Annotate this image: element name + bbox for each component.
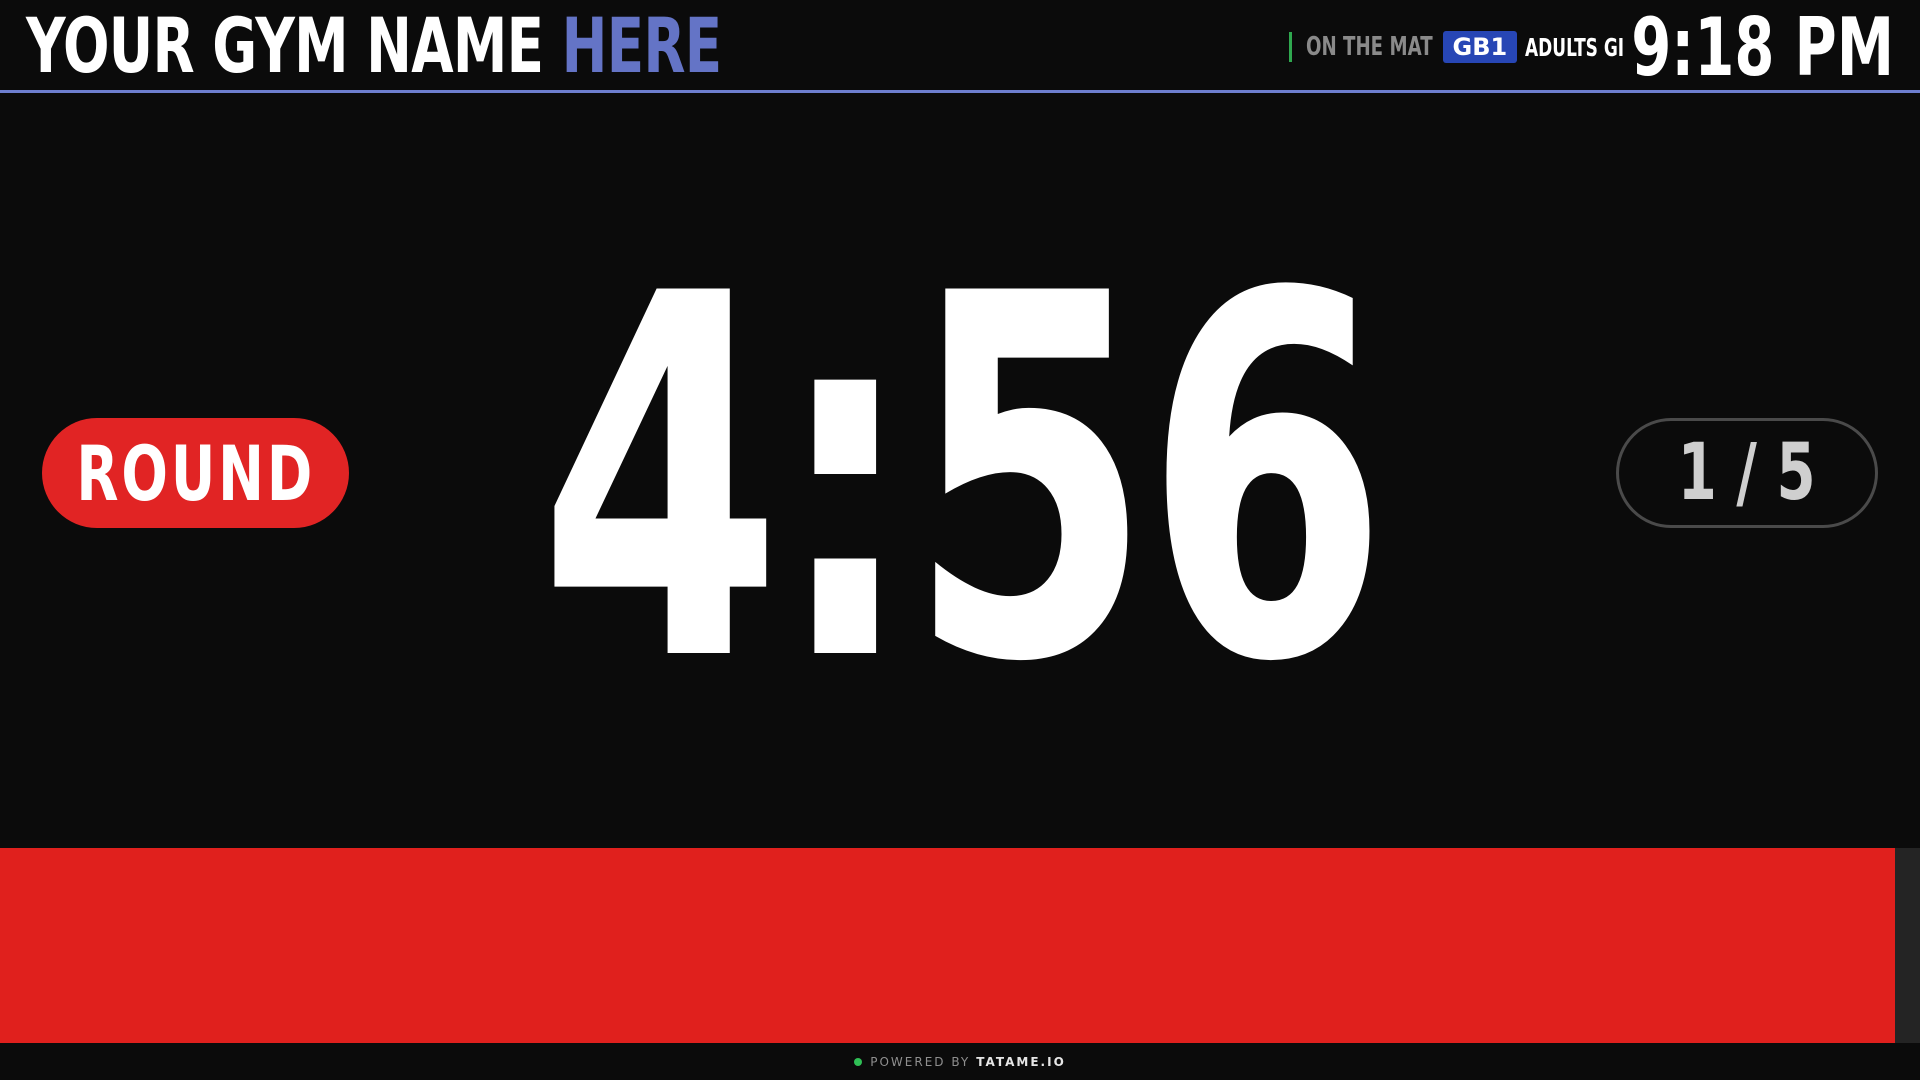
gym-name-main: YOUR GYM NAME: [26, 1, 544, 90]
class-name: ADULTS GI: [1525, 32, 1625, 62]
status-dot-icon: [854, 1057, 863, 1066]
brand-link[interactable]: TATAME.IO: [976, 1055, 1066, 1069]
powered-by-label: POWERED BY: [870, 1054, 971, 1069]
round-counter: 1 / 5: [1616, 418, 1878, 528]
mat-divider: [1288, 32, 1292, 62]
phase-label: ROUND: [76, 428, 315, 518]
mat-badge: GB1: [1442, 31, 1518, 63]
progress-track: [0, 848, 1920, 1043]
gym-name-accent: HERE: [561, 1, 723, 90]
timer-display-page: YOUR GYM NAME HERE ON THE MAT GB1 ADULTS…: [0, 0, 1920, 1080]
mat-info: ON THE MAT GB1 ADULTS GI: [1288, 30, 1631, 64]
header-bar: YOUR GYM NAME HERE ON THE MAT GB1 ADULTS…: [0, 0, 1920, 94]
on-the-mat-label: ON THE MAT: [1305, 32, 1433, 62]
clock: 9:18 PM: [1631, 1, 1894, 94]
progress-fill: [0, 848, 1896, 1043]
round-counter-text: 1 / 5: [1678, 428, 1816, 518]
gym-name: YOUR GYM NAME HERE: [26, 1, 723, 90]
countdown-timer: 4:56: [538, 189, 1389, 771]
footer: POWERED BY TATAME.IO: [0, 1043, 1920, 1080]
